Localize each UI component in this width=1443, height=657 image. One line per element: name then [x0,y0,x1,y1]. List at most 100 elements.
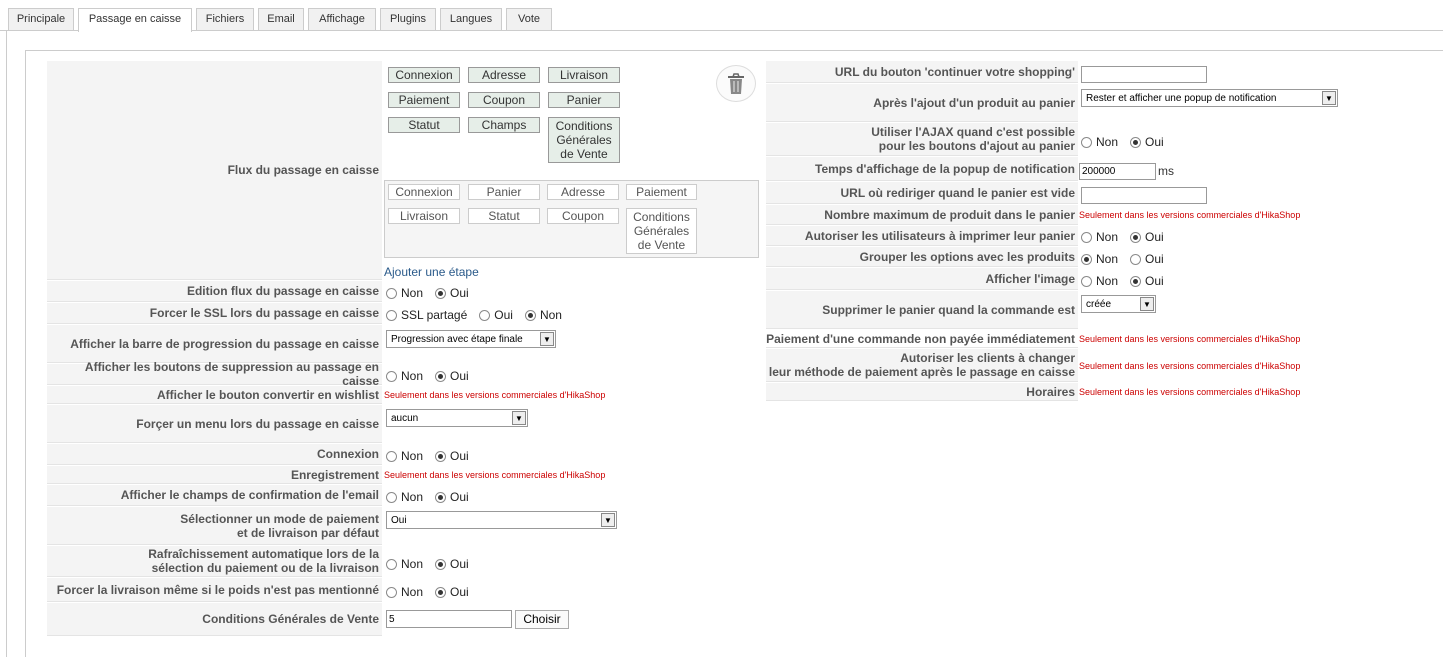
tab-vote[interactable]: Vote [506,8,552,31]
choose-button[interactable]: Choisir [515,609,569,629]
max-products-label: Nombre maximum de produit dans le panier [766,205,1078,225]
no-label: Non [1096,252,1119,266]
print-cart-yes-radio[interactable] [1130,231,1142,243]
group-options-no-radio[interactable] [1081,253,1092,265]
flow-step[interactable]: Conditions Générales de Vente [626,208,697,254]
login-label: Connexion [47,444,382,465]
edit-flow-yes-radio[interactable] [435,287,447,299]
ajax-no-radio[interactable] [1081,136,1092,148]
confirm-email-no-radio[interactable] [386,491,397,503]
force-menu-select[interactable]: aucun ▼ [386,409,528,427]
available-step[interactable]: Conditions Générales de Vente [548,117,620,163]
terms-input[interactable]: 5 [386,610,512,628]
show-image-field: Non Oui [1081,271,1176,291]
ajax-label: Utiliser l'AJAX quand c'est possible pou… [766,123,1078,156]
ssl-shared-radio[interactable] [386,309,397,321]
edit-flow-no-radio[interactable] [386,287,397,299]
ssl-yes-radio[interactable] [479,309,491,321]
flow-step[interactable]: Coupon [547,208,619,224]
tab-plugins[interactable]: Plugins [380,8,436,31]
force-menu-label: Forçer un menu lors du passage en caisse [47,405,382,443]
available-step[interactable]: Coupon [468,92,540,108]
delete-buttons-no-radio[interactable] [386,370,397,382]
trash-icon[interactable] [716,65,756,102]
flow-step[interactable]: Statut [468,208,540,224]
progress-bar-select[interactable]: Progression avec étape finale ▼ [386,330,556,348]
ssl-no-radio[interactable] [524,309,536,321]
print-cart-field: Non Oui [1081,227,1176,247]
login-no-radio[interactable] [386,450,397,462]
continue-url-input[interactable] [1081,65,1207,83]
login-yes-radio[interactable] [435,450,447,462]
available-step[interactable]: Livraison [548,67,620,83]
terms-label: Conditions Générales de Vente [47,603,382,636]
chevron-down-icon: ▼ [601,513,615,527]
auto-refresh-no-radio[interactable] [386,558,397,570]
available-step[interactable]: Connexion [388,67,460,83]
available-step[interactable]: Adresse [468,67,540,83]
add-step-row: Ajouter une étape [384,264,479,280]
ajax-field: Non Oui [1081,132,1176,152]
available-step[interactable]: Champs [468,117,540,133]
print-cart-no-radio[interactable] [1081,231,1092,243]
group-options-field: Non Oui [1081,249,1176,269]
commercial-only-note: Seulement dans les versions commerciales… [1079,387,1301,397]
flow-step[interactable]: Livraison [388,208,460,224]
force-ssl-label: Forcer le SSL lors du passage en caisse [47,303,382,324]
yes-label: Oui [450,490,469,504]
flow-step[interactable]: Connexion [388,184,460,200]
tab-email[interactable]: Email [258,8,304,31]
auto-refresh-label-line2: sélection du paiement ou de la livraison [151,561,379,575]
edit-flow-label: Edition flux du passage en caisse [47,281,382,302]
available-step[interactable]: Panier [548,92,620,108]
hours-field: Seulement dans les versions commerciales… [1079,383,1300,401]
tab-passage-en-caisse[interactable]: Passage en caisse [78,8,192,32]
force-menu-value: aucun [391,412,419,424]
delete-buttons-yes-radio[interactable] [435,370,447,382]
after-add-value: Rester et afficher une popup de notifica… [1086,92,1277,104]
tab-langues[interactable]: Langues [440,8,502,31]
delete-cart-select[interactable]: créée ▼ [1081,295,1156,313]
show-image-label: Afficher l'image [766,268,1078,290]
ssl-yes-label: Oui [494,308,513,322]
delete-buttons-label: Afficher les boutons de suppression au p… [47,360,382,388]
unpaid-label: Paiement d'une commande non payée immédi… [766,330,1078,348]
after-add-select[interactable]: Rester et afficher une popup de notifica… [1081,89,1338,107]
default-payment-label: Sélectionner un mode de paiement et de l… [47,507,382,545]
chevron-down-icon: ▼ [540,332,554,346]
group-options-yes-radio[interactable] [1130,253,1142,265]
continue-url-label: URL du bouton 'continuer votre shopping' [766,61,1078,83]
confirm-email-yes-radio[interactable] [435,491,447,503]
progress-bar-value: Progression avec étape finale [391,333,523,345]
no-label: Non [401,490,424,504]
available-step[interactable]: Statut [388,117,460,133]
auto-refresh-field: Non Oui [386,554,481,574]
empty-cart-url-input[interactable] [1081,186,1207,204]
register-field: Seulement dans les versions commerciales… [384,466,605,484]
tab-principale[interactable]: Principale [8,8,74,31]
show-image-no-radio[interactable] [1081,275,1092,287]
tab-fichiers[interactable]: Fichiers [196,8,254,31]
chevron-down-icon: ▼ [1322,91,1336,105]
no-label: Non [1096,274,1119,288]
show-image-yes-radio[interactable] [1130,275,1142,287]
force-shipping-no-radio[interactable] [386,586,397,598]
flow-step[interactable]: Panier [468,184,540,200]
available-step[interactable]: Paiement [388,92,460,108]
add-step-link[interactable]: Ajouter une étape [384,265,479,279]
delete-buttons-field: Non Oui [386,366,481,386]
ajax-yes-radio[interactable] [1130,136,1142,148]
yes-label: Oui [450,369,469,383]
no-label: Non [1096,135,1119,149]
popup-time-input[interactable]: 200000 [1079,162,1156,180]
tab-affichage[interactable]: Affichage [308,8,376,31]
auto-refresh-yes-radio[interactable] [435,558,447,570]
flow-step[interactable]: Paiement [626,184,697,200]
flow-label: Flux du passage en caisse [47,61,382,280]
force-shipping-field: Non Oui [386,582,481,602]
default-payment-select[interactable]: Oui ▼ [386,511,617,529]
no-label: Non [401,557,424,571]
force-shipping-yes-radio[interactable] [435,586,447,598]
flow-step[interactable]: Adresse [547,184,619,200]
force-shipping-label: Forcer la livraison même si le poids n'e… [47,578,382,602]
